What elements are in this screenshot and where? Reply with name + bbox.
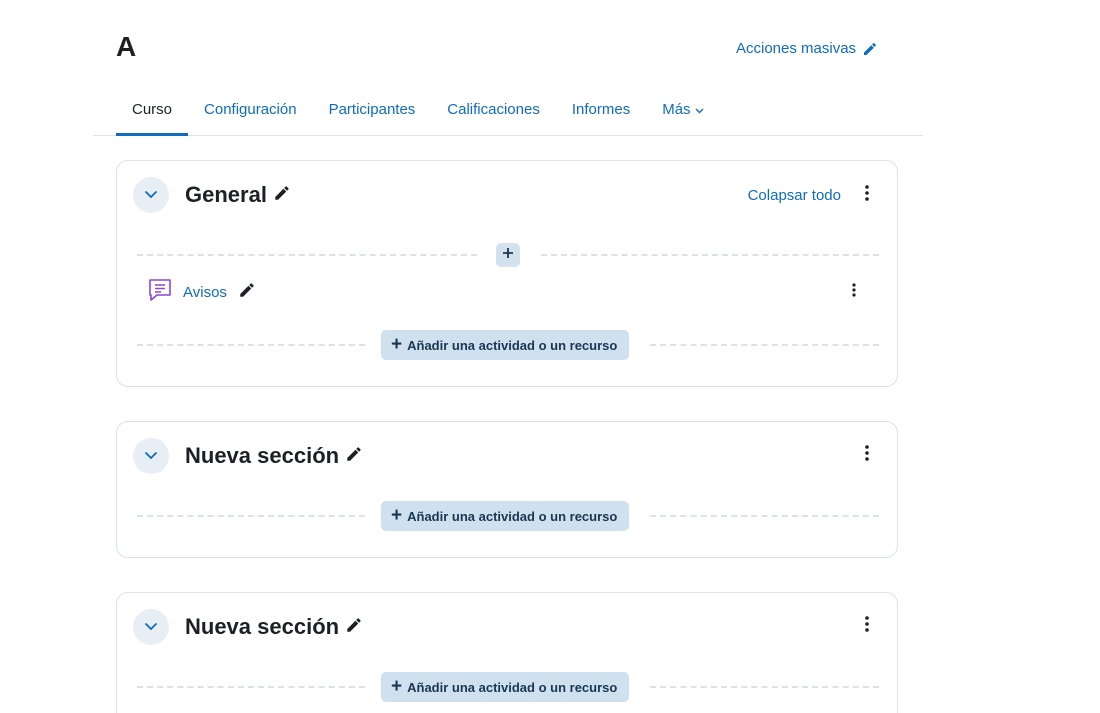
bulk-actions-label: Acciones masivas: [736, 40, 857, 57]
divider: [650, 515, 879, 517]
plus-icon: +: [391, 505, 403, 526]
bulk-actions-link[interactable]: Acciones masivas: [736, 40, 878, 58]
collapse-all-link[interactable]: Colapsar todo: [748, 187, 841, 204]
section-header: Nueva sección: [133, 609, 363, 645]
chevron-down-icon: [144, 447, 158, 465]
kebab-menu-icon: [865, 444, 869, 466]
tab-calificaciones[interactable]: Calificaciones: [431, 84, 556, 135]
section-title: Nueva sección: [185, 443, 340, 468]
course-tabs: Curso Configuración Participantes Califi…: [93, 84, 923, 136]
course-section-general: General Colapsar todo Avisos + Añadir un…: [116, 160, 898, 387]
pencil-icon: [238, 281, 256, 304]
pencil-icon: [345, 445, 363, 468]
section-title: General: [185, 182, 267, 207]
page-title: A: [116, 31, 137, 62]
tab-configuracion[interactable]: Configuración: [188, 84, 313, 135]
activity-link[interactable]: Avisos: [183, 284, 227, 301]
section-actions-menu[interactable]: [857, 614, 877, 638]
forum-icon: [147, 277, 173, 308]
pencil-icon: [345, 616, 363, 639]
section-collapse-button[interactable]: [133, 438, 169, 474]
tab-label: Más: [662, 101, 691, 118]
course-section: Nueva sección + Añadir una actividad o u…: [116, 421, 898, 558]
divider: [137, 254, 477, 256]
kebab-menu-icon: [865, 615, 869, 637]
plus-icon: +: [391, 676, 403, 697]
tab-curso[interactable]: Curso: [116, 84, 189, 136]
course-section: Nueva sección + Añadir una actividad o u…: [116, 592, 898, 713]
edit-activity-name-button[interactable]: [238, 281, 256, 304]
divider: [137, 344, 365, 346]
tab-mas[interactable]: Más: [646, 84, 719, 135]
add-activity-button[interactable]: + Añadir una actividad o un recurso: [381, 672, 630, 702]
insert-activity-button[interactable]: [496, 243, 520, 267]
pencil-icon: [862, 41, 878, 57]
add-activity-button[interactable]: + Añadir una actividad o un recurso: [381, 501, 630, 531]
tab-label: Curso: [132, 101, 173, 118]
tab-label: Informes: [571, 101, 631, 118]
edit-section-title-button[interactable]: [345, 616, 363, 639]
chevron-down-icon: [144, 618, 158, 636]
section-title: Nueva sección: [185, 614, 340, 639]
plus-icon: [502, 246, 514, 264]
section-collapse-button[interactable]: [133, 177, 169, 213]
section-actions-menu[interactable]: [857, 183, 877, 207]
tab-label: Participantes: [328, 101, 416, 118]
kebab-menu-icon: [865, 184, 869, 206]
divider: [541, 254, 879, 256]
section-collapse-button[interactable]: [133, 609, 169, 645]
edit-section-title-button[interactable]: [273, 184, 291, 207]
activity-item: Avisos: [147, 277, 256, 308]
divider: [650, 686, 879, 688]
kebab-menu-icon: [852, 282, 856, 302]
plus-icon: +: [391, 334, 403, 355]
tab-informes[interactable]: Informes: [556, 84, 646, 135]
divider: [137, 686, 365, 688]
tab-label: Calificaciones: [447, 101, 540, 118]
chevron-down-icon: [695, 101, 704, 118]
tab-participantes[interactable]: Participantes: [313, 84, 432, 135]
chevron-down-icon: [144, 186, 158, 204]
add-activity-button[interactable]: + Añadir una actividad o un recurso: [381, 330, 630, 360]
section-header: General: [133, 177, 291, 213]
section-actions-menu[interactable]: [857, 443, 877, 467]
add-activity-label: Añadir una actividad o un recurso: [407, 337, 618, 353]
pencil-icon: [273, 184, 291, 207]
divider: [137, 515, 365, 517]
edit-section-title-button[interactable]: [345, 445, 363, 468]
divider: [650, 344, 879, 346]
add-activity-label: Añadir una actividad o un recurso: [407, 508, 618, 524]
course-page: A Acciones masivas Curso Configuración P…: [0, 0, 1100, 713]
section-header: Nueva sección: [133, 438, 363, 474]
tab-label: Configuración: [204, 101, 297, 118]
activity-actions-menu[interactable]: [844, 280, 864, 304]
add-activity-label: Añadir una actividad o un recurso: [407, 679, 618, 695]
